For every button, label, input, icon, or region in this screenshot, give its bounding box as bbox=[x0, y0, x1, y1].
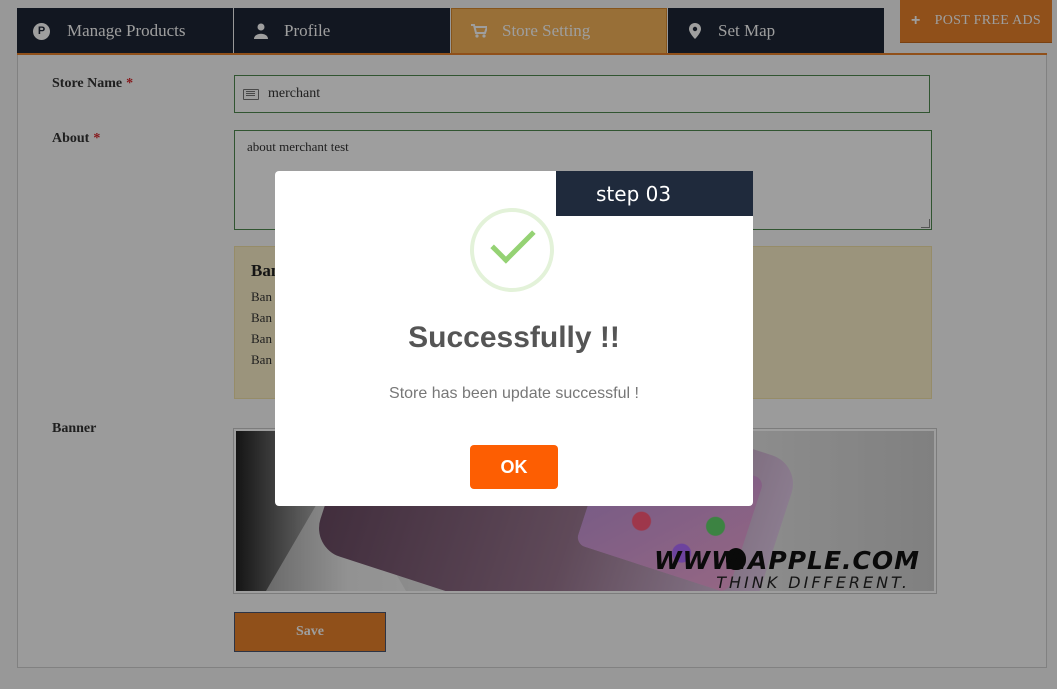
success-dialog: step 03 Successfully !! Store has been u… bbox=[275, 171, 753, 506]
success-check-icon bbox=[470, 208, 554, 292]
step-badge: step 03 bbox=[556, 171, 753, 216]
checkmark-icon bbox=[490, 218, 536, 264]
ok-button[interactable]: OK bbox=[470, 445, 558, 489]
dialog-title: Successfully !! bbox=[408, 321, 620, 354]
dialog-message: Store has been update successful ! bbox=[389, 385, 639, 402]
